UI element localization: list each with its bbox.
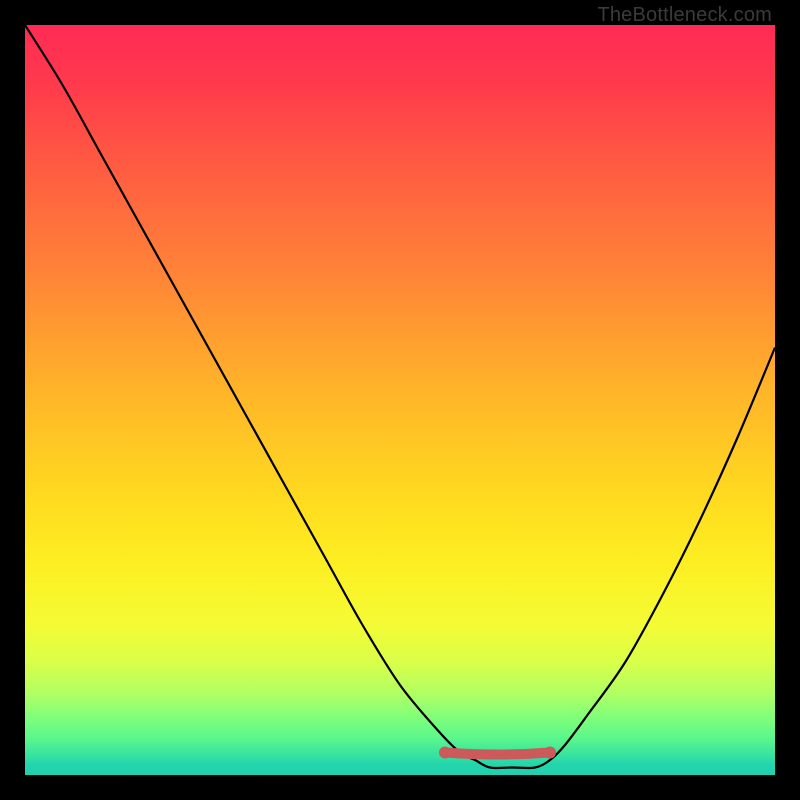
highlight-segment [445, 753, 550, 755]
watermark-text: TheBottleneck.com [597, 4, 772, 27]
plot-area [25, 25, 775, 775]
chart-frame: TheBottleneck.com [0, 0, 800, 800]
highlight-dot-end [544, 747, 556, 759]
curve-line [25, 25, 775, 768]
highlight-dot-start [439, 747, 451, 759]
chart-svg [25, 25, 775, 775]
